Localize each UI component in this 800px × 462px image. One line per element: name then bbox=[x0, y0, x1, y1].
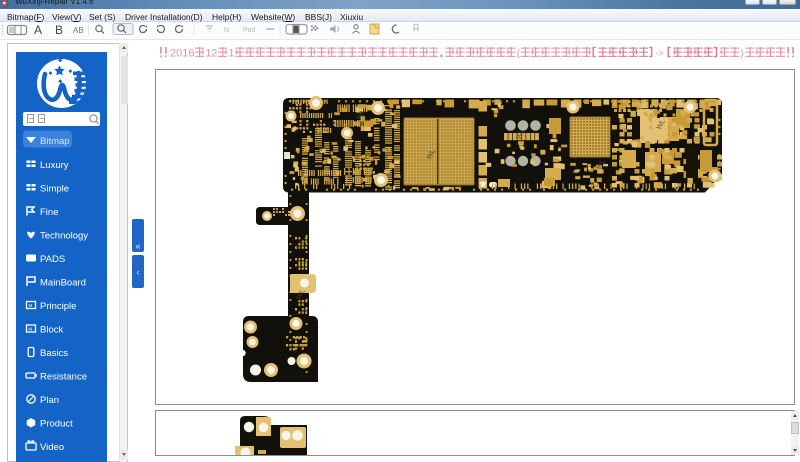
svg-text:A: A bbox=[34, 23, 42, 37]
svg-text:Technology: Technology bbox=[40, 231, 88, 242]
svg-text:Plan: Plan bbox=[40, 395, 59, 406]
svg-text:MainBoard: MainBoard bbox=[40, 278, 86, 289]
svg-text:12: 12 bbox=[205, 48, 217, 60]
svg-text:Pad: Pad bbox=[243, 27, 256, 34]
svg-text:M: M bbox=[29, 303, 33, 308]
svg-text:M: M bbox=[29, 327, 33, 332]
svg-text:N: N bbox=[224, 27, 229, 34]
svg-text:Fine: Fine bbox=[40, 207, 58, 218]
svg-text:(: ( bbox=[517, 49, 521, 60]
svg-text:1: 1 bbox=[228, 48, 234, 60]
svg-text:Product: Product bbox=[40, 419, 73, 430]
svg-text:Bitmap: Bitmap bbox=[40, 136, 70, 147]
svg-text:2016: 2016 bbox=[170, 48, 194, 60]
svg-text:Principle: Principle bbox=[40, 301, 76, 312]
svg-text:Basics: Basics bbox=[40, 348, 68, 359]
svg-text:Block: Block bbox=[40, 325, 63, 336]
svg-text:Resistance: Resistance bbox=[40, 372, 87, 383]
svg-text:AB: AB bbox=[73, 26, 84, 35]
svg-text:PADS: PADS bbox=[40, 254, 65, 265]
svg-text:->: -> bbox=[655, 49, 663, 59]
svg-text:B: B bbox=[55, 23, 63, 37]
svg-text:Luxury: Luxury bbox=[40, 160, 69, 171]
svg-text:Video: Video bbox=[40, 442, 64, 453]
svg-text:): ) bbox=[740, 49, 743, 60]
svg-text:Simple: Simple bbox=[40, 184, 69, 195]
